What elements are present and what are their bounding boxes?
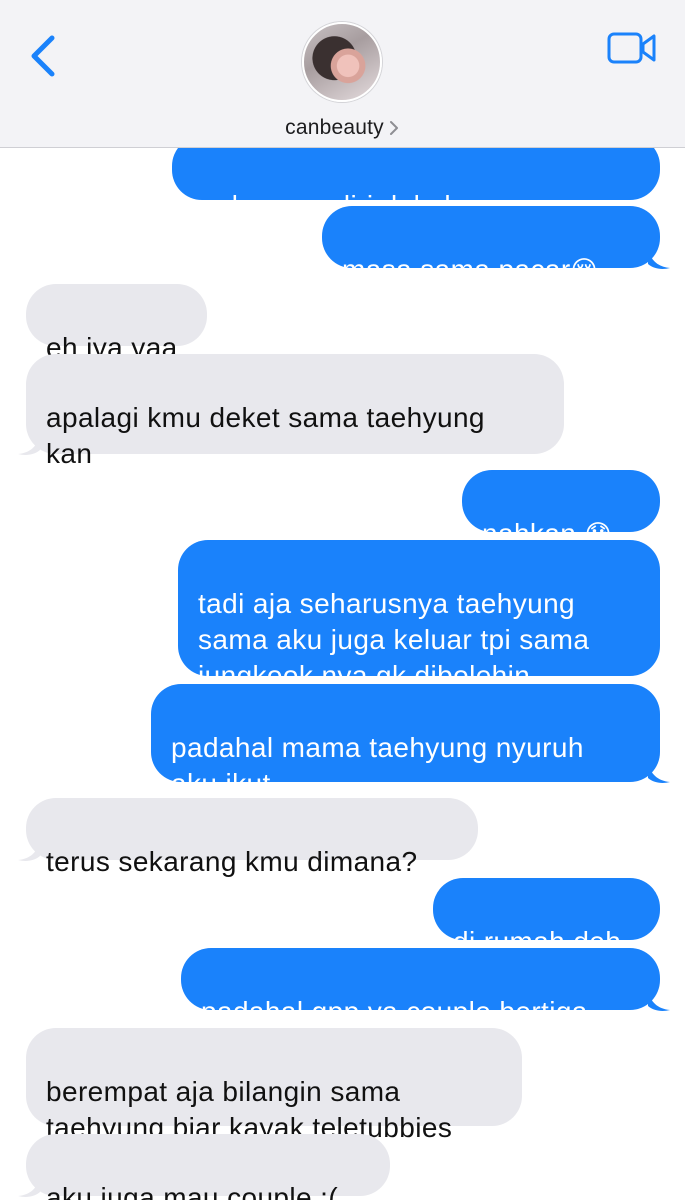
contact-avatar[interactable] <box>302 22 382 102</box>
message-text: aku juga mau couple :( <box>46 1182 339 1200</box>
message-bubble-outgoing[interactable]: di rumah deh <box>433 878 660 957</box>
message-bubble-outgoing[interactable]: tadi aja seharusnya taehyung sama aku ju… <box>178 540 660 691</box>
message-text: berempat aja bilangin sama taehyung biar… <box>46 1076 453 1143</box>
bubble-tail-outgoing <box>648 762 670 783</box>
message-text: tadi aja seharusnya taehyung sama aku ju… <box>198 588 590 691</box>
message-thread[interactable]: sodara sendiri dulu kan masa sama pacar😢… <box>0 148 685 1200</box>
back-button[interactable] <box>24 30 64 82</box>
video-call-button[interactable] <box>606 30 658 66</box>
video-camera-icon <box>607 32 656 64</box>
message-bubble-incoming[interactable]: berempat aja bilangin sama taehyung biar… <box>26 1028 522 1143</box>
bubble-tail-incoming <box>18 840 40 861</box>
message-text: masa sama pacar <box>342 254 571 285</box>
crying-face-emoji: 😢 <box>570 256 599 286</box>
message-text: apalagi kmu deket sama taehyung kan <box>46 402 485 469</box>
bubble-tail-outgoing <box>648 248 670 269</box>
message-bubble-incoming[interactable]: aku juga mau couple :( <box>26 1134 390 1200</box>
chevron-left-icon <box>31 35 55 77</box>
contact-details-link[interactable]: canbeauty <box>0 113 685 143</box>
message-bubble-outgoing[interactable]: masa sama pacar😢 <box>322 206 660 286</box>
message-bubble-outgoing[interactable]: sodara sendiri dulu kan <box>172 148 660 221</box>
message-text: padahal mama taehyung nyuruh aku ikut <box>171 732 584 799</box>
chevron-right-icon <box>389 121 398 135</box>
message-bubble-incoming[interactable]: eh iya yaa <box>26 284 207 363</box>
bubble-tail-incoming <box>18 1176 40 1197</box>
message-text: padahal gpp ya couple bertiga <box>201 996 588 1027</box>
message-bubble-incoming[interactable]: apalagi kmu deket sama taehyung kan <box>26 354 564 469</box>
message-bubble-outgoing[interactable]: nahkan 😓 <box>462 470 660 550</box>
contact-name: canbeauty <box>285 116 384 139</box>
bubble-tail-outgoing <box>648 990 670 1011</box>
message-bubble-outgoing[interactable]: padahal mama taehyung nyuruh aku ikut <box>151 684 660 799</box>
conversation-header: canbeauty <box>0 0 685 148</box>
bubble-tail-incoming <box>18 434 40 455</box>
message-text: terus sekarang kmu dimana? <box>46 846 418 877</box>
message-bubble-outgoing[interactable]: padahal gpp ya couple bertiga <box>181 948 660 1027</box>
message-bubble-incoming[interactable]: terus sekarang kmu dimana? <box>26 798 478 877</box>
